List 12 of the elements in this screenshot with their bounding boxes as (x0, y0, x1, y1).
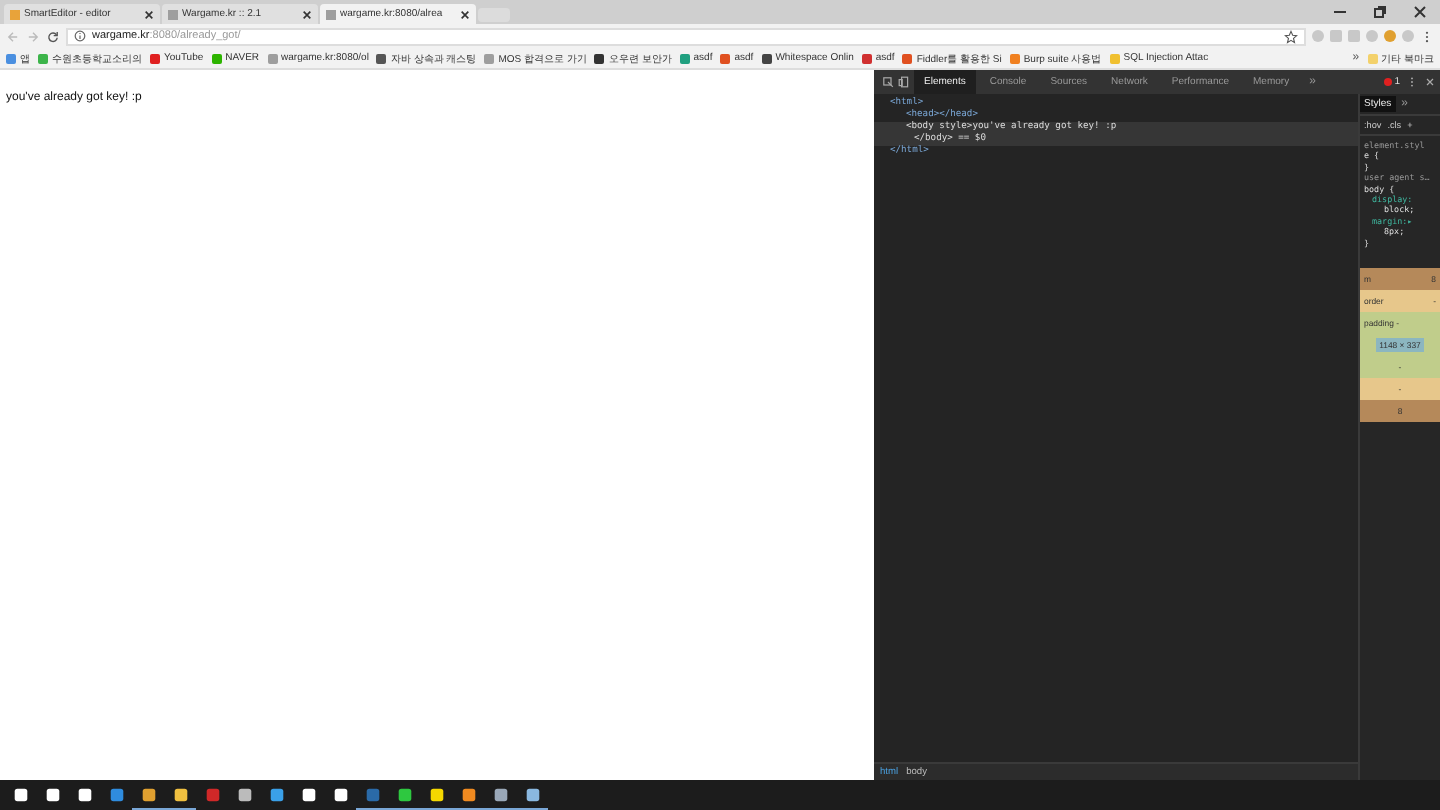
close-icon[interactable] (1410, 1, 1430, 21)
close-icon[interactable] (460, 9, 470, 19)
restore-icon[interactable] (1370, 1, 1390, 21)
close-icon[interactable] (144, 9, 154, 19)
close-icon[interactable] (1424, 76, 1436, 88)
star-icon[interactable] (1284, 29, 1298, 43)
reload-icon[interactable] (46, 29, 60, 43)
close-icon[interactable] (302, 9, 312, 19)
info-icon[interactable] (74, 30, 86, 42)
device-icon[interactable] (898, 76, 910, 88)
menu-icon[interactable] (1420, 29, 1434, 43)
inspect-icon[interactable] (882, 76, 894, 88)
